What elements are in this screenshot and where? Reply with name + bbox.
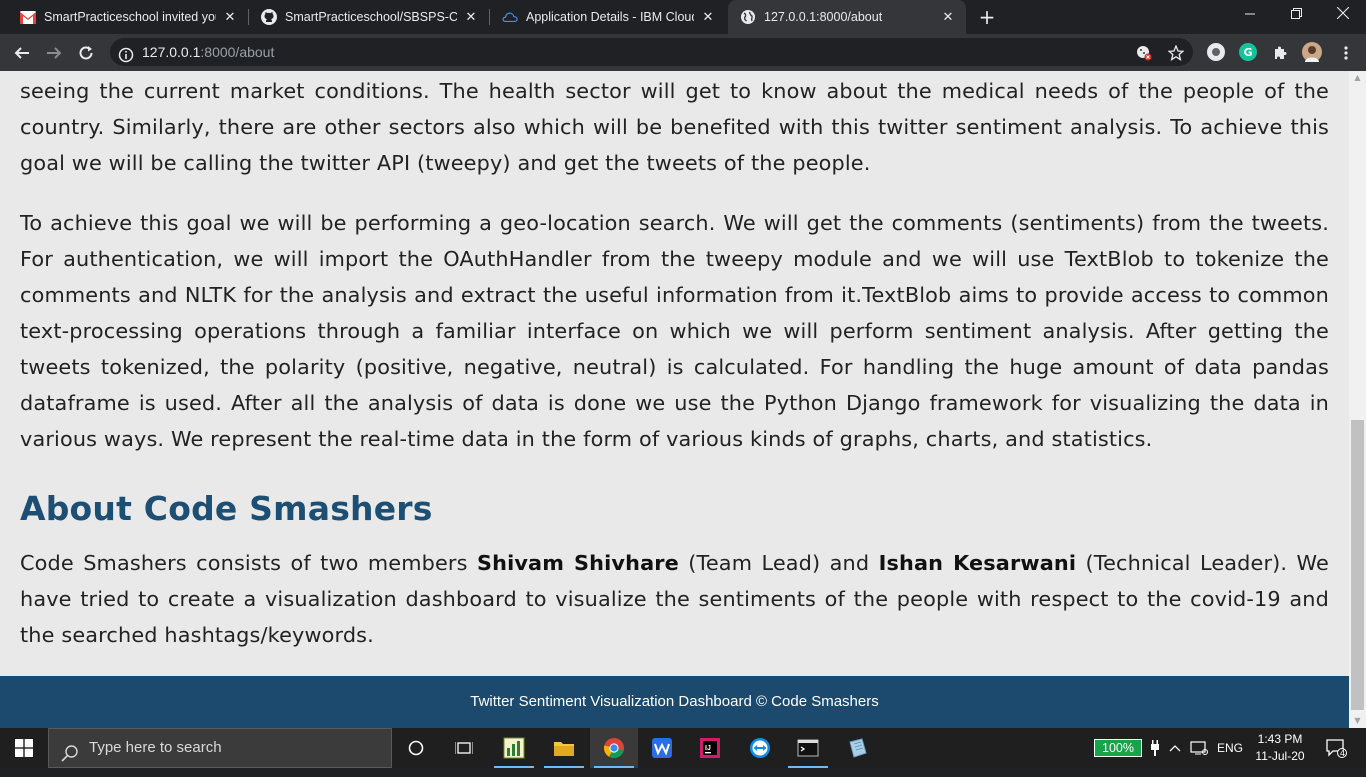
taskbar-app-chrome[interactable] xyxy=(590,728,638,768)
ibm-cloud-icon xyxy=(502,9,518,25)
blocked-cookies-icon[interactable] xyxy=(1135,44,1153,62)
tab-close-icon[interactable]: ✕ xyxy=(463,9,479,25)
battery-percentage[interactable]: 100% xyxy=(1094,739,1142,757)
scroll-up-arrow-icon[interactable]: ▲ xyxy=(1349,71,1366,85)
language-indicator[interactable]: ENG xyxy=(1214,728,1246,768)
tab-about[interactable]: 127.0.0.1:8000/about ✕ xyxy=(728,0,966,34)
action-center-button[interactable]: 4 xyxy=(1318,728,1354,768)
chart-app-icon xyxy=(503,737,525,759)
forward-arrow-icon xyxy=(47,47,62,59)
extensions-puzzle-icon[interactable] xyxy=(1266,39,1294,67)
taskbar-app-wps[interactable] xyxy=(638,728,686,768)
search-icon xyxy=(61,739,79,762)
notes-icon xyxy=(849,738,867,758)
taskbar-search-box[interactable]: Type here to search xyxy=(48,728,392,768)
clock-date: 11-Jul-20 xyxy=(1255,749,1305,763)
page-scrollbar[interactable]: ▲ ▼ xyxy=(1349,71,1366,728)
tab-title: 127.0.0.1:8000/about xyxy=(764,10,883,24)
taskbar-app-file-explorer[interactable] xyxy=(540,728,588,768)
tab-close-icon[interactable]: ✕ xyxy=(700,9,716,25)
page-viewport: seeing the current market conditions. Th… xyxy=(0,71,1349,728)
new-tab-button[interactable]: + xyxy=(976,6,998,28)
profile-avatar[interactable] xyxy=(1302,42,1322,62)
team-paragraph: Code Smashers consists of two members Sh… xyxy=(20,545,1329,653)
taskbar-app-chart[interactable] xyxy=(490,728,538,768)
tab-title: SmartPracticeschool/SBSPS-Chall xyxy=(285,10,457,24)
start-button[interactable] xyxy=(0,728,48,768)
folder-icon xyxy=(554,742,574,756)
tab-title: Application Details - IBM Cloud xyxy=(526,10,694,24)
about-team-heading: About Code Smashers xyxy=(20,489,433,528)
member-name: Ishan Kesarwani xyxy=(878,551,1077,575)
close-window-button[interactable] xyxy=(1320,0,1366,34)
cortana-button[interactable] xyxy=(392,728,440,768)
notification-count: 4 xyxy=(1340,748,1346,758)
url-host: 127.0.0.1 xyxy=(142,44,201,60)
terminal-icon xyxy=(797,739,819,757)
cortana-icon xyxy=(408,740,424,756)
browser-tab-strip: SmartPracticeschool invited you t ✕ Smar… xyxy=(0,0,1366,34)
taskbar-app-terminal[interactable] xyxy=(784,728,832,768)
tab-ibm-cloud[interactable]: Application Details - IBM Cloud ✕ xyxy=(490,0,726,34)
tab-close-icon[interactable]: ✕ xyxy=(940,9,956,25)
reload-icon xyxy=(79,46,93,60)
back-button[interactable] xyxy=(8,39,36,67)
clock-time: 1:43 PM xyxy=(1257,732,1303,746)
tab-gmail[interactable]: SmartPracticeschool invited you t ✕ xyxy=(8,0,248,34)
intellij-icon: IJ xyxy=(700,738,720,758)
back-arrow-icon xyxy=(14,47,29,59)
network-icon[interactable] xyxy=(1188,728,1210,768)
methodology-paragraph: To achieve this goal we will be performi… xyxy=(20,211,1329,451)
teamviewer-icon xyxy=(750,738,770,758)
windows-logo-icon xyxy=(15,739,33,757)
github-icon xyxy=(261,9,277,25)
svg-text:IJ: IJ xyxy=(705,745,711,752)
wps-icon xyxy=(652,738,672,758)
chrome-menu-icon[interactable] xyxy=(1332,39,1360,67)
restore-button[interactable] xyxy=(1273,0,1319,34)
taskbar-app-intellij[interactable]: IJ xyxy=(686,728,734,768)
reload-button[interactable] xyxy=(72,39,100,67)
tab-title: SmartPracticeschool invited you t xyxy=(44,10,216,24)
windows-taskbar: Type here to search IJ 100% ENG 1:43 PM xyxy=(0,728,1366,768)
gmail-icon xyxy=(20,9,36,25)
task-view-icon xyxy=(455,742,473,754)
task-view-button[interactable] xyxy=(440,728,488,768)
extension-icon[interactable] xyxy=(1207,43,1225,61)
team-text: Code Smashers consists of two members xyxy=(20,551,477,575)
power-plug-icon[interactable] xyxy=(1146,728,1164,768)
address-bar[interactable]: 127.0.0.1:8000/about xyxy=(110,38,1193,66)
url-path: :8000/about xyxy=(200,44,275,60)
globe-icon xyxy=(740,9,756,25)
member-name: Shivam Shivhare xyxy=(476,551,679,575)
show-hidden-icons-chevron-up-icon[interactable] xyxy=(1166,728,1184,768)
taskbar-app-teamviewer[interactable] xyxy=(736,728,784,768)
url-text: 127.0.0.1:8000/about xyxy=(142,38,274,66)
project-description-paragraph: seeing the current market conditions. Th… xyxy=(20,79,1329,175)
tab-github[interactable]: SmartPracticeschool/SBSPS-Chall ✕ xyxy=(249,0,489,34)
search-placeholder: Type here to search xyxy=(89,739,222,756)
forward-button[interactable] xyxy=(40,39,68,67)
browser-toolbar: 127.0.0.1:8000/about G xyxy=(0,34,1366,71)
page-footer: Twitter Sentiment Visualization Dashboar… xyxy=(0,676,1349,728)
taskbar-app-notes[interactable] xyxy=(834,728,882,768)
team-text: (Team Lead) and xyxy=(678,551,879,575)
scroll-down-arrow-icon[interactable]: ▼ xyxy=(1349,714,1366,728)
info-icon[interactable] xyxy=(118,44,134,63)
tab-close-icon[interactable]: ✕ xyxy=(222,9,238,25)
minimize-button[interactable] xyxy=(1227,0,1273,34)
grammarly-icon[interactable]: G xyxy=(1239,43,1257,61)
scrollbar-thumb[interactable] xyxy=(1351,420,1364,710)
chrome-icon xyxy=(603,738,624,759)
bookmark-star-icon[interactable] xyxy=(1167,44,1185,62)
system-clock[interactable]: 1:43 PM 11-Jul-20 xyxy=(1250,731,1310,765)
